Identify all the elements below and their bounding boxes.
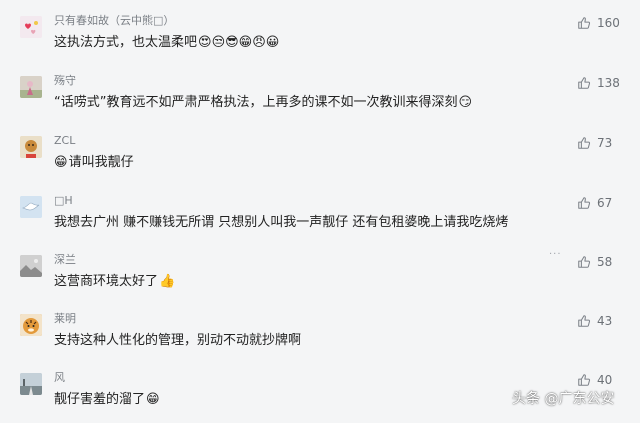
comment-text: “话唠式”教育远不如严肃严格执法，上再多的课不如一次教训来得深刻😏 — [54, 94, 472, 112]
like-button[interactable]: 67 — [577, 194, 612, 212]
thumbs-up-icon — [578, 374, 591, 386]
avatar-bird-icon[interactable] — [20, 196, 42, 218]
comment-username[interactable]: ZCL — [54, 134, 75, 148]
like-count: 67 — [597, 196, 613, 210]
comment-emoji: 👍 — [159, 274, 176, 289]
comment-body: 这执法方式，也太温柔吧 — [54, 35, 198, 50]
comment-username[interactable]: 莱明 — [54, 312, 76, 326]
like-button[interactable]: 40 — [577, 371, 612, 389]
comment-item: 莱明 支持这种人性化的管理，别动不动就抄牌啊 43 — [0, 312, 640, 364]
comment-text: 支持这种人性化的管理，别动不动就抄牌啊 — [54, 332, 301, 350]
comment-emoji: 😁 — [54, 155, 68, 170]
comment-item: □H 我想去广州 赚不赚钱无所谓 只想别人叫我一声靓仔 还有包租婆晚上请我吃烧烤… — [0, 194, 640, 246]
like-button[interactable]: 160 — [577, 14, 620, 32]
like-button[interactable]: 43 — [577, 312, 612, 330]
thumbs-up-icon — [578, 256, 591, 268]
more-options-icon[interactable]: ··· — [549, 249, 562, 260]
like-count: 40 — [597, 373, 613, 387]
like-count: 43 — [597, 314, 613, 328]
comment-text: 😁请叫我靓仔 — [54, 154, 134, 172]
like-count: 160 — [597, 16, 620, 30]
comment-body: 靓仔害羞的溜了 — [54, 392, 146, 407]
comment-item: 只有春如故（云中熊□） 这执法方式，也太温柔吧😍😒😎😁😠😀 160 — [0, 14, 640, 66]
thumbs-up-icon — [578, 137, 591, 149]
avatar-landscape-icon[interactable] — [20, 255, 42, 277]
avatar-figure-icon[interactable] — [20, 76, 42, 98]
comment-username[interactable]: 风 — [54, 371, 65, 385]
avatar-cartoon-icon[interactable] — [20, 136, 42, 158]
comment-username[interactable]: 深兰 — [54, 253, 76, 267]
comment-text: 这执法方式，也太温柔吧😍😒😎😁😠😀 — [54, 34, 279, 52]
like-count: 58 — [597, 255, 613, 269]
comment-text: 这营商环境太好了👍 — [54, 273, 175, 291]
comment-body: “话唠式”教育远不如严肃严格执法，上再多的课不如一次教训来得深刻 — [54, 95, 458, 110]
like-count: 138 — [597, 76, 620, 90]
avatar-hearts-icon[interactable] — [20, 16, 42, 38]
thumbs-up-icon — [578, 17, 591, 29]
comment-body: 这营商环境太好了 — [54, 274, 159, 289]
comment-text: 靓仔害羞的溜了😁 — [54, 391, 160, 409]
thumbs-up-icon — [578, 77, 591, 89]
thumbs-up-icon — [578, 197, 591, 209]
like-button[interactable]: 138 — [577, 74, 620, 92]
source-watermark: 头条 @广东公安 — [512, 391, 615, 407]
comment-emoji: 😁 — [146, 392, 160, 407]
comment-emoji: 😏 — [458, 95, 473, 110]
comment-username[interactable]: 只有春如故（云中熊□） — [54, 14, 174, 28]
like-count: 73 — [597, 136, 613, 150]
comment-body: 支持这种人性化的管理，别动不动就抄牌啊 — [54, 333, 302, 348]
comment-body: 请叫我靓仔 — [68, 155, 134, 170]
comment-text: 我想去广州 赚不赚钱无所谓 只想别人叫我一声靓仔 还有包租婆晚上请我吃烧烤 — [54, 214, 508, 232]
comment-username[interactable]: □H — [54, 194, 73, 208]
comment-item: 深兰 ··· 这营商环境太好了👍 58 — [0, 249, 640, 305]
comment-item: 殇守 “话唠式”教育远不如严肃严格执法，上再多的课不如一次教训来得深刻😏 138 — [0, 74, 640, 126]
like-button[interactable]: 58 — [577, 253, 612, 271]
comment-body: 我想去广州 赚不赚钱无所谓 只想别人叫我一声靓仔 还有包租婆晚上请我吃烧烤 — [54, 215, 509, 230]
like-button[interactable]: 73 — [577, 134, 612, 152]
thumbs-up-icon — [578, 315, 591, 327]
comment-item: ZCL 😁请叫我靓仔 73 — [0, 134, 640, 186]
comment-username[interactable]: 殇守 — [54, 74, 76, 88]
avatar-road-icon[interactable] — [20, 373, 42, 395]
comment-emoji: 😍😒😎😁😠😀 — [198, 35, 280, 50]
avatar-tiger-icon[interactable] — [20, 314, 42, 336]
